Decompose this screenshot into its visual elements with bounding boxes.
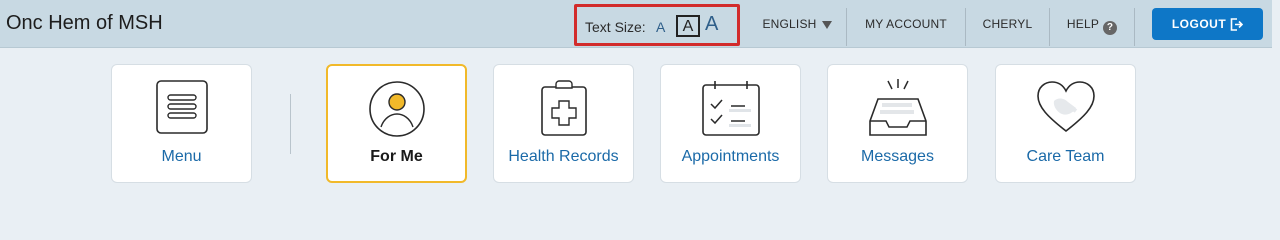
text-size-control: Text Size: A A A <box>574 4 740 46</box>
top-bar-edge <box>1272 0 1280 48</box>
card-care-team-label: Care Team <box>1026 148 1105 165</box>
help-label: HELP <box>1066 17 1100 31</box>
card-appointments[interactable]: Appointments <box>660 64 801 183</box>
person-icon <box>368 81 425 137</box>
text-size-large-button[interactable]: A <box>705 13 718 36</box>
logout-button[interactable]: LOGOUT <box>1152 8 1263 40</box>
menu-icon <box>155 80 208 134</box>
card-divider <box>290 94 291 154</box>
card-messages[interactable]: Messages <box>827 64 968 183</box>
logout-label: LOGOUT <box>1171 17 1227 31</box>
app-title: Onc Hem of MSH <box>6 12 163 34</box>
card-health-records-label: Health Records <box>508 148 619 165</box>
text-size-medium-button[interactable]: A <box>676 15 700 37</box>
top-bar: Onc Hem of MSH Text Size: A A A ENGLISH … <box>0 0 1280 48</box>
card-appointments-label: Appointments <box>681 148 780 165</box>
card-care-team[interactable]: Care Team <box>995 64 1136 183</box>
card-for-me-label: For Me <box>370 148 423 165</box>
text-size-label: Text Size: <box>585 19 646 35</box>
caret-down-icon <box>821 21 832 29</box>
help-icon: ? <box>1103 21 1118 35</box>
card-health-records[interactable]: Health Records <box>493 64 634 183</box>
language-label: ENGLISH <box>762 17 817 31</box>
card-menu-label: Menu <box>161 148 202 165</box>
heart-icon <box>1036 81 1095 133</box>
clipboard-icon <box>540 80 587 136</box>
nav-separator <box>1134 8 1135 46</box>
checklist-icon <box>701 81 760 136</box>
logout-icon <box>1230 18 1244 31</box>
my-account-link[interactable]: MY ACCOUNT <box>847 0 965 48</box>
user-link[interactable]: CHERYL <box>966 0 1049 48</box>
language-dropdown[interactable]: ENGLISH <box>748 0 846 48</box>
card-for-me[interactable]: For Me <box>326 64 467 183</box>
inbox-icon <box>868 79 927 136</box>
help-link[interactable]: HELP? <box>1050 0 1134 48</box>
card-menu[interactable]: Menu <box>111 64 252 183</box>
text-size-small-button[interactable]: A <box>656 19 665 35</box>
card-messages-label: Messages <box>861 148 934 165</box>
